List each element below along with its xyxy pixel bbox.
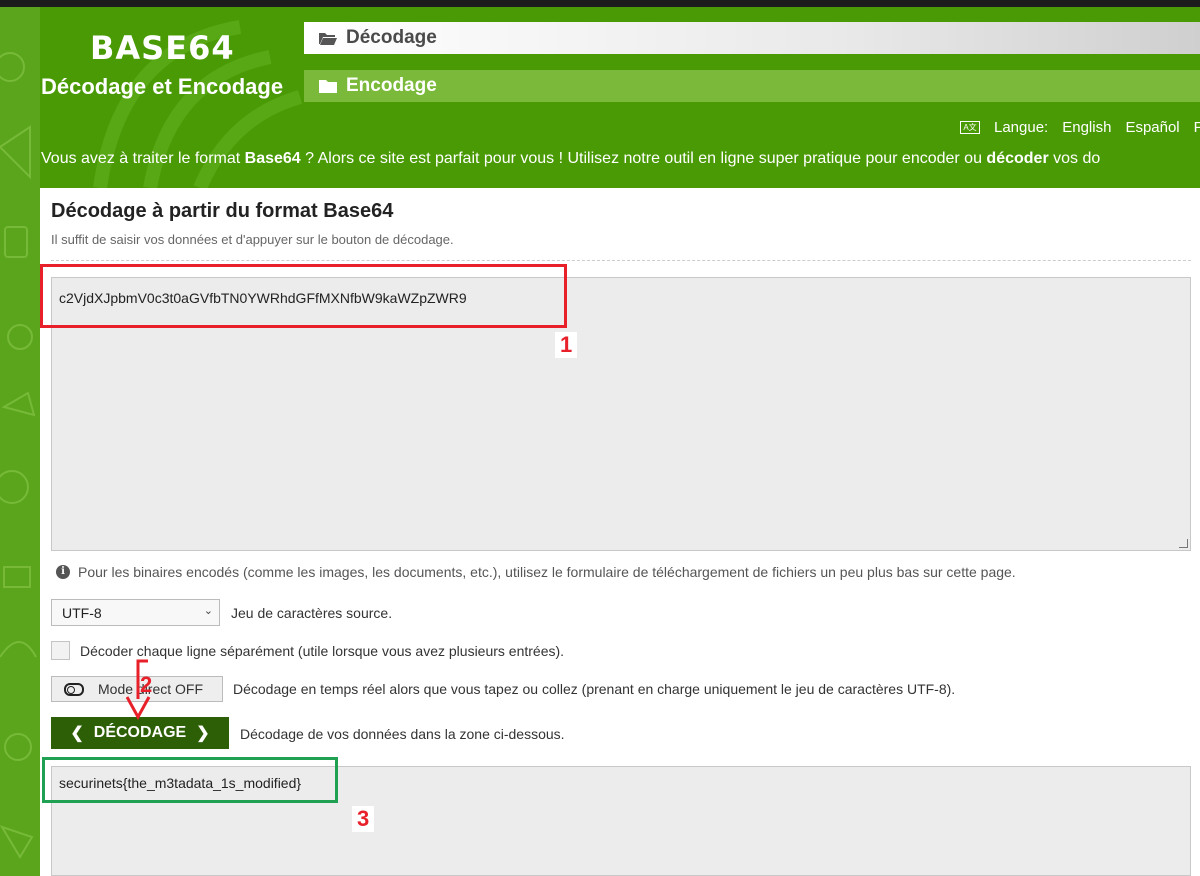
- language-espanol[interactable]: Español: [1125, 119, 1179, 136]
- nav-encode-tab[interactable]: Encodage: [304, 70, 1200, 102]
- intro-part-1: Vous avez à traiter le format: [41, 150, 245, 167]
- language-selector: A文 Langue: English Español F: [960, 119, 1200, 136]
- annotation-box-input: [40, 264, 567, 328]
- chevron-right-icon: ❯: [196, 725, 210, 742]
- separate-lines-checkbox[interactable]: [51, 641, 70, 660]
- divider: [51, 260, 1191, 261]
- chevron-down-icon: ⌄: [203, 605, 213, 617]
- background-pattern: [0, 7, 40, 876]
- folder-icon: [319, 80, 337, 93]
- separate-lines-label: Décoder chaque ligne séparément (utile l…: [80, 643, 565, 659]
- info-text: Pour les binaires encodés (comme les ima…: [78, 564, 1016, 580]
- intro-text: Vous avez à traiter le format Base64 ? A…: [41, 150, 1100, 168]
- decode-description: Décodage de vos données dans la zone ci-…: [240, 726, 565, 742]
- nav-decode-label: Décodage: [346, 27, 437, 48]
- language-label: Langue:: [994, 119, 1049, 136]
- language-english[interactable]: English: [1062, 119, 1111, 136]
- folder-open-icon: [319, 33, 337, 45]
- page-subtitle: Il suffit de saisir vos données et d'app…: [51, 232, 454, 247]
- language-icon: A文: [960, 121, 980, 134]
- site-header: BASE64 Décodage et Encodage Décodage Enc…: [40, 7, 1200, 188]
- resize-handle-icon[interactable]: [1179, 539, 1188, 548]
- site-logo[interactable]: BASE64: [90, 29, 235, 67]
- main-panel: Décodage à partir du format Base64 Il su…: [40, 188, 1200, 876]
- annotation-step-2: 2: [140, 672, 153, 697]
- chevron-left-icon: ❮: [70, 725, 84, 742]
- intro-bold-base64: Base64: [244, 150, 301, 167]
- charset-select[interactable]: UTF-8 ⌄: [51, 599, 220, 626]
- info-note: i Pour les binaires encodés (comme les i…: [56, 564, 1016, 580]
- intro-part-3: vos do: [1048, 150, 1101, 167]
- intro-bold-decoder: décoder: [986, 150, 1049, 167]
- info-icon: i: [56, 565, 70, 579]
- toggle-icon: [64, 682, 84, 696]
- decode-button-label: DÉCODAGE: [93, 724, 187, 741]
- language-next[interactable]: F: [1194, 119, 1200, 136]
- nav-decode-tab[interactable]: Décodage: [304, 22, 1200, 54]
- intro-part-2: ? Alors ce site est parfait pour vous ! …: [300, 150, 987, 167]
- annotation-step-3: 3: [352, 806, 375, 832]
- annotation-box-output: [42, 757, 338, 803]
- live-mode-description: Décodage en temps réel alors que vous ta…: [233, 681, 956, 697]
- nav-encode-label: Encodage: [346, 75, 437, 96]
- decode-button[interactable]: ❮ DÉCODAGE ❯: [51, 717, 229, 749]
- charset-label: Jeu de caractères source.: [231, 605, 393, 621]
- page-title: Décodage à partir du format Base64: [51, 200, 394, 222]
- charset-value: UTF-8: [62, 605, 102, 621]
- site-tagline: Décodage et Encodage: [41, 74, 284, 99]
- annotation-step-1: 1: [555, 332, 578, 358]
- browser-top-strip: [0, 0, 1200, 7]
